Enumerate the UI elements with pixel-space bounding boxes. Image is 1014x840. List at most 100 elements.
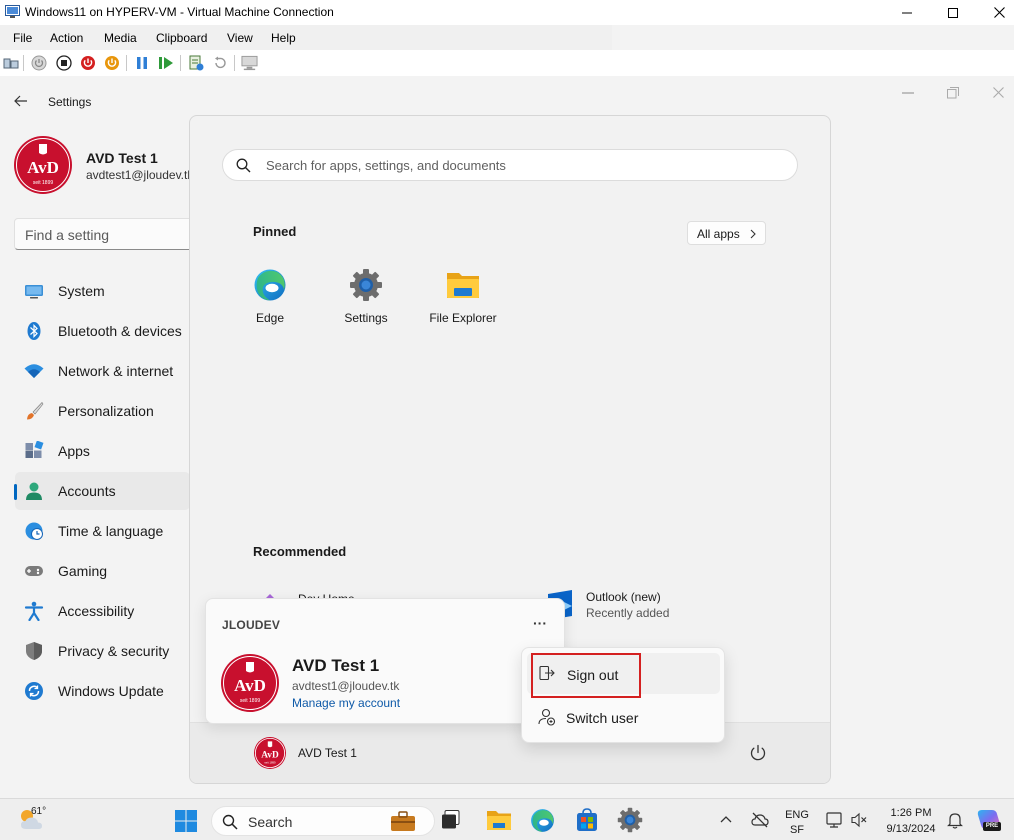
account-card-avatar: AvD seit 1899 bbox=[221, 654, 279, 712]
start-footer: AvD seit 1899 AVD Test 1 bbox=[190, 722, 830, 783]
settings-user-name: AVD Test 1 bbox=[86, 150, 158, 166]
menu-view[interactable]: View bbox=[227, 31, 253, 45]
brush-icon bbox=[24, 401, 44, 421]
nav-item-accounts[interactable]: Accounts bbox=[14, 472, 190, 510]
nav-item-accessibility[interactable]: Accessibility bbox=[15, 592, 190, 630]
footer-user-name[interactable]: AVD Test 1 bbox=[298, 746, 357, 760]
store-icon[interactable] bbox=[575, 808, 599, 832]
save-state-icon[interactable] bbox=[103, 54, 120, 71]
recommended-title: Recommended bbox=[253, 544, 347, 559]
copilot-icon[interactable]: PRE bbox=[976, 808, 1002, 832]
update-icon bbox=[24, 681, 44, 701]
menu-file[interactable]: File bbox=[13, 31, 32, 45]
start-search-placeholder: Search for apps, settings, and documents bbox=[266, 158, 506, 173]
chevron-right-icon bbox=[750, 229, 756, 239]
nav-item-time-language[interactable]: Time & language bbox=[15, 512, 190, 550]
taskbar-edge-icon[interactable] bbox=[530, 808, 555, 833]
svg-text:seit 1899: seit 1899 bbox=[240, 698, 261, 704]
nav-item-privacy-security[interactable]: Privacy & security bbox=[15, 632, 190, 670]
power-icon[interactable] bbox=[749, 744, 767, 762]
sign-out-icon bbox=[539, 665, 555, 681]
checkpoint-icon[interactable] bbox=[187, 54, 204, 71]
enhanced-session-icon[interactable] bbox=[241, 54, 258, 71]
user-options-menu: Sign out Switch user bbox=[521, 647, 725, 743]
pinned-app-file-explorer[interactable]: File Explorer bbox=[418, 268, 508, 338]
svg-text:AvD: AvD bbox=[261, 750, 279, 760]
task-view-icon[interactable] bbox=[441, 810, 463, 830]
taskbar-search-box[interactable]: Search bbox=[211, 806, 435, 836]
window-title: Windows11 on HYPERV-VM - Virtual Machine… bbox=[25, 5, 334, 19]
pinned-app-settings[interactable]: Settings bbox=[321, 268, 411, 338]
menu-bar: File Action Media Clipboard View Help bbox=[0, 25, 612, 50]
start-vm-icon[interactable] bbox=[30, 54, 47, 71]
menu-help[interactable]: Help bbox=[271, 31, 296, 45]
accounts-icon bbox=[24, 481, 44, 501]
find-setting-input[interactable]: Find a setting bbox=[14, 218, 194, 250]
nav-item-system[interactable]: System bbox=[15, 272, 190, 310]
settings-close-icon[interactable] bbox=[993, 87, 1004, 98]
nav-item-bluetooth-devices[interactable]: Bluetooth & devices bbox=[15, 312, 190, 350]
chevron-up-icon[interactable] bbox=[720, 815, 732, 823]
settings-minimize-icon[interactable] bbox=[902, 92, 914, 94]
edge-icon bbox=[253, 268, 287, 302]
display-icon[interactable] bbox=[826, 812, 842, 828]
back-arrow-icon[interactable] bbox=[14, 95, 28, 107]
start-button[interactable] bbox=[174, 809, 198, 833]
pause-icon[interactable] bbox=[133, 54, 150, 71]
settings-user-email: avdtest1@jloudev.tk bbox=[86, 168, 190, 182]
taskbar-search-icon bbox=[222, 814, 238, 830]
clock-date[interactable]: 9/13/2024 bbox=[880, 823, 942, 835]
resume-icon[interactable] bbox=[157, 54, 174, 71]
volume-muted-icon[interactable] bbox=[851, 812, 867, 828]
shield-icon bbox=[24, 641, 44, 661]
nav-item-gaming[interactable]: Gaming bbox=[15, 552, 190, 590]
clock-time[interactable]: 1:26 PM bbox=[880, 807, 942, 819]
shutdown-icon[interactable] bbox=[79, 54, 96, 71]
revert-icon[interactable] bbox=[211, 54, 228, 71]
search-icon bbox=[236, 158, 251, 173]
title-bar: Windows11 on HYPERV-VM - Virtual Machine… bbox=[0, 0, 1014, 25]
menu-media[interactable]: Media bbox=[104, 31, 137, 45]
account-email: avdtest1@jloudev.tk bbox=[292, 679, 400, 693]
start-search-box[interactable]: Search for apps, settings, and documents bbox=[222, 149, 798, 181]
notification-bell-icon[interactable] bbox=[947, 812, 963, 829]
footer-avatar[interactable]: AvD seit 1899 bbox=[254, 737, 286, 769]
turn-off-icon[interactable] bbox=[55, 54, 72, 71]
nav-item-personalization[interactable]: Personalization bbox=[15, 392, 190, 430]
vm-connection-icon bbox=[5, 5, 20, 19]
minimize-button[interactable] bbox=[884, 0, 930, 25]
menu-clipboard[interactable]: Clipboard bbox=[156, 31, 207, 45]
close-button[interactable] bbox=[976, 0, 1014, 25]
system-icon bbox=[24, 281, 44, 301]
svg-text:AvD: AvD bbox=[27, 158, 59, 177]
apps-icon bbox=[24, 441, 44, 461]
nav-item-apps[interactable]: Apps bbox=[15, 432, 190, 470]
menu-action[interactable]: Action bbox=[50, 31, 83, 45]
pinned-app-edge[interactable]: Edge bbox=[225, 268, 315, 338]
input-layout[interactable]: SF bbox=[782, 824, 812, 836]
recommended-item-outlook-new[interactable]: Outlook (new) Recently added bbox=[542, 588, 792, 628]
clock-globe-icon bbox=[24, 521, 44, 541]
ctrl-alt-del-icon[interactable] bbox=[2, 54, 19, 71]
nav-item-network-internet[interactable]: Network & internet bbox=[15, 352, 190, 390]
more-options-button[interactable]: ··· bbox=[526, 613, 554, 637]
onedrive-offline-icon[interactable] bbox=[751, 812, 769, 828]
nav-item-windows-update[interactable]: Windows Update bbox=[15, 672, 190, 710]
wifi-icon bbox=[24, 361, 44, 381]
settings-restore-icon[interactable] bbox=[947, 87, 959, 99]
maximize-button[interactable] bbox=[930, 0, 976, 25]
manage-account-link[interactable]: Manage my account bbox=[292, 696, 400, 710]
all-apps-button[interactable]: All apps bbox=[687, 221, 766, 245]
taskbar-settings-icon[interactable] bbox=[617, 807, 643, 833]
folder-icon bbox=[446, 268, 480, 302]
taskbar-file-explorer-icon[interactable] bbox=[486, 809, 512, 831]
sign-out-button[interactable]: Sign out bbox=[531, 653, 641, 698]
input-language[interactable]: ENG bbox=[782, 809, 812, 821]
search-highlight-briefcase-icon bbox=[390, 810, 416, 832]
settings-title: Settings bbox=[48, 95, 92, 109]
accessibility-icon bbox=[24, 601, 44, 621]
settings-avatar[interactable]: AvD seit 1899 bbox=[14, 136, 72, 194]
switch-user-icon bbox=[538, 708, 556, 726]
switch-user-button[interactable]: Switch user bbox=[527, 700, 720, 738]
account-org: JLOUDEV bbox=[222, 618, 281, 632]
